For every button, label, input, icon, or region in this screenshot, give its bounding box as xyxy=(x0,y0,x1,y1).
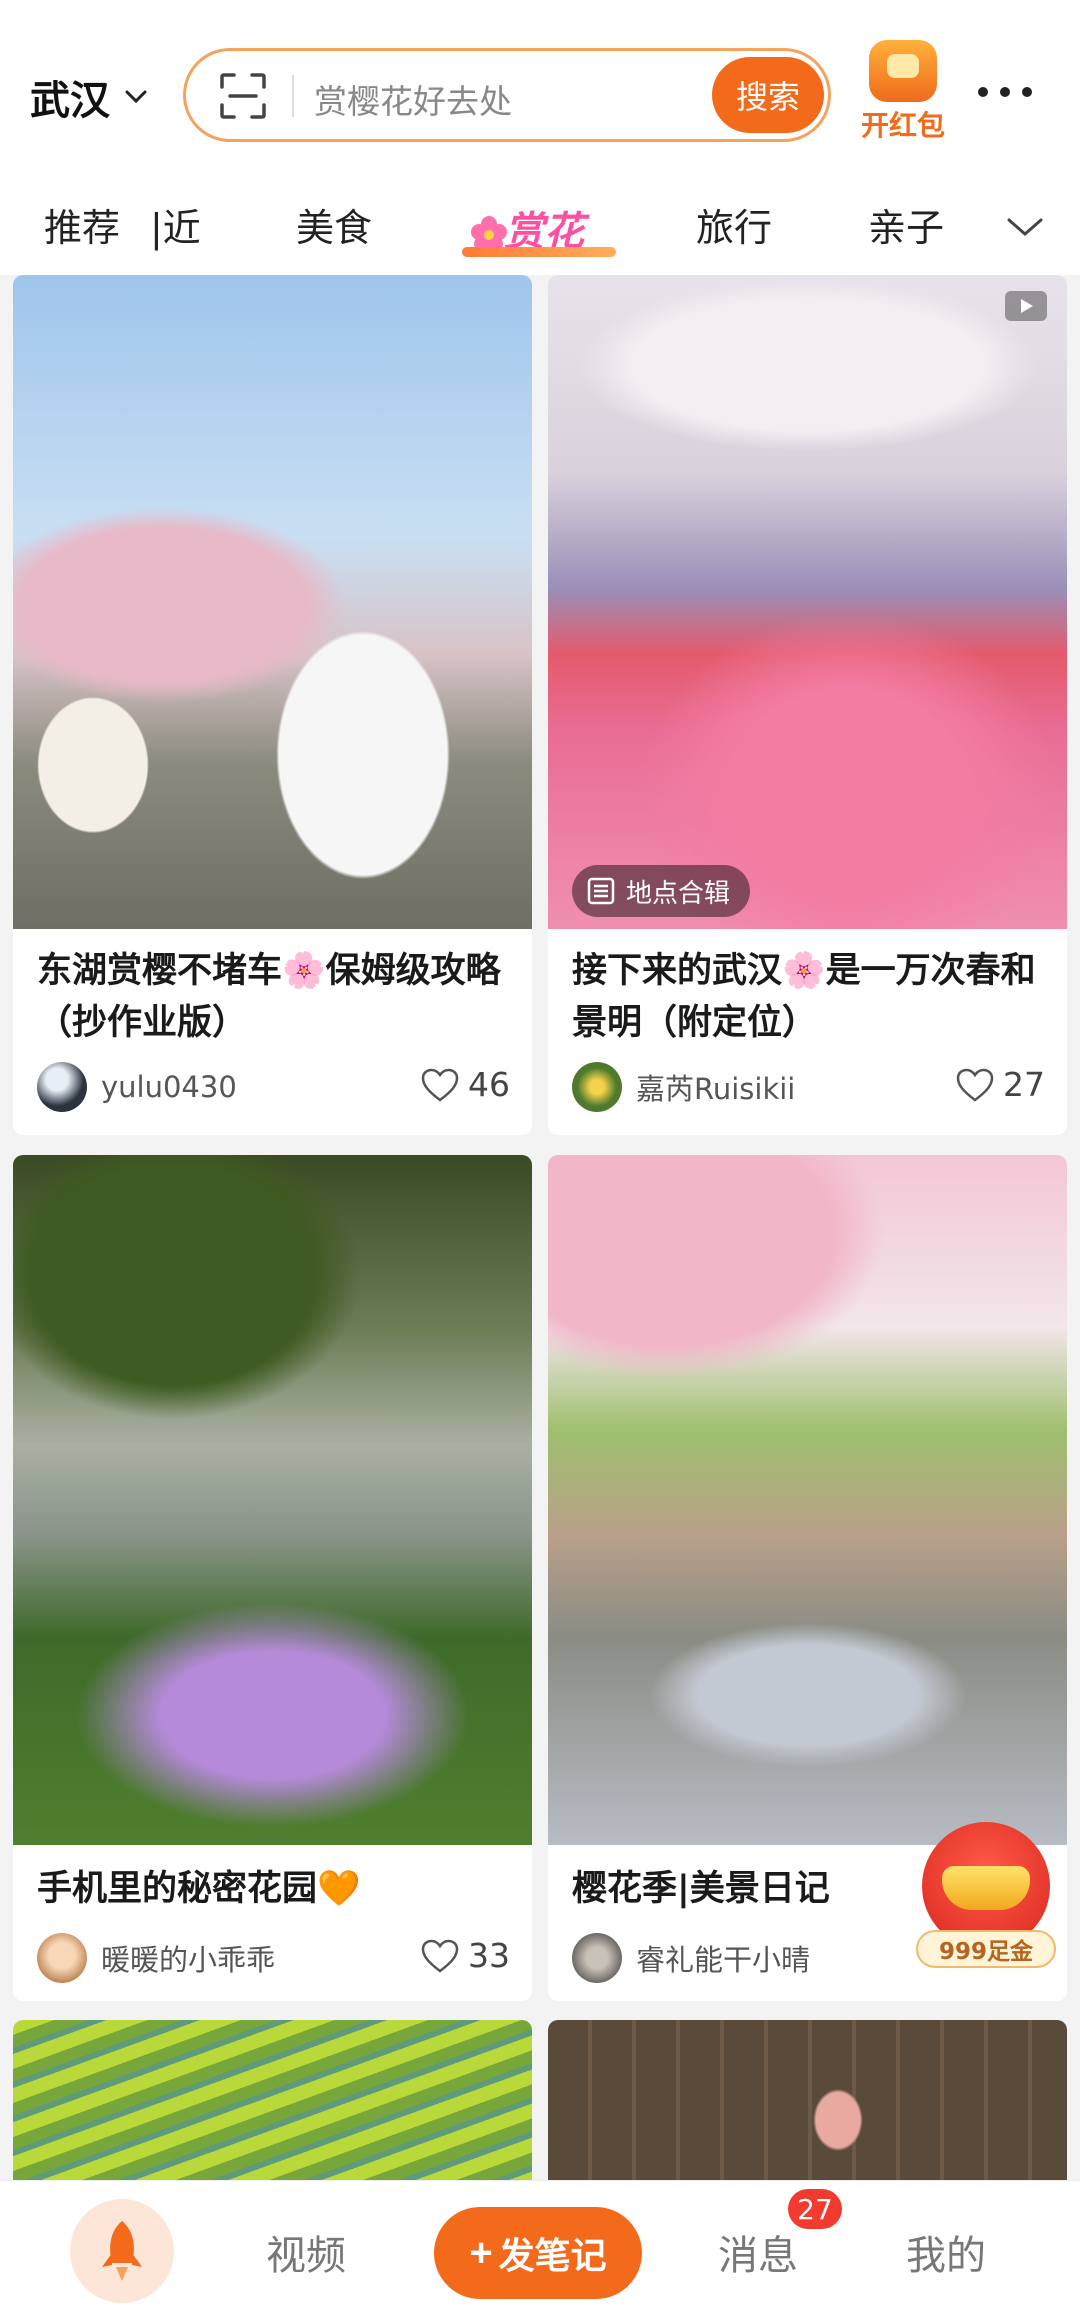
tab-flowers[interactable]: 赏花 xyxy=(460,193,618,257)
feed-card[interactable] xyxy=(548,2020,1067,2180)
card-author[interactable]: 暖暖的小乖乖 xyxy=(37,1933,275,1983)
red-packet-label: 开红包 xyxy=(861,109,946,142)
more-icon[interactable] xyxy=(975,80,1035,104)
like-count: 46 xyxy=(468,1065,510,1104)
list-icon xyxy=(587,877,615,905)
heart-icon xyxy=(421,1939,459,1973)
card-author[interactable]: 睿礼能干小晴 xyxy=(572,1933,810,1983)
category-tabs: 推荐 |近 美食 赏花 旅行 亲子 xyxy=(0,175,1080,275)
feed-card[interactable]: 东湖赏樱不堵车🌸保姆级攻略（抄作业版） yulu0430 46 xyxy=(13,275,532,1135)
card-cover-image[interactable] xyxy=(13,2020,532,2180)
video-play-icon xyxy=(1005,291,1047,321)
plus-icon: + xyxy=(469,2230,493,2275)
author-name: 睿礼能干小晴 xyxy=(636,1943,811,1977)
location-collection-badge: 地点合辑 xyxy=(572,865,751,917)
home-button[interactable] xyxy=(70,2199,174,2303)
post-note-button[interactable]: + 发笔记 xyxy=(434,2207,642,2299)
card-title: 东湖赏樱不堵车🌸保姆级攻略（抄作业版） xyxy=(37,951,501,1043)
like-count: 27 xyxy=(1003,1065,1045,1104)
search-button[interactable]: 搜索 xyxy=(712,57,824,133)
search-input[interactable]: 赏樱花好去处 xyxy=(314,75,512,123)
feed-card[interactable] xyxy=(13,2020,532,2180)
card-cover-image[interactable] xyxy=(548,275,1067,929)
rocket-icon xyxy=(102,2221,142,2281)
tab-recommend[interactable]: 推荐 xyxy=(44,197,120,252)
card-title: 接下来的武汉🌸是一万次春和景明（附定位） xyxy=(572,951,1036,1043)
avatar xyxy=(572,1933,622,1983)
like-button[interactable]: 33 xyxy=(420,1936,510,1975)
card-cover-image[interactable] xyxy=(13,275,532,929)
search-divider xyxy=(292,75,294,117)
tab-family[interactable]: 亲子 xyxy=(868,197,944,252)
scan-icon[interactable] xyxy=(220,73,266,119)
like-button[interactable]: 27 xyxy=(955,1065,1045,1104)
card-cover-image[interactable] xyxy=(548,2020,1067,2180)
post-note-label: 发笔记 xyxy=(498,2235,607,2276)
search-bar[interactable]: 赏樱花好去处 搜索 xyxy=(183,48,831,142)
messages-count-badge: 27 xyxy=(788,2189,842,2229)
avatar xyxy=(37,1062,87,1112)
nav-messages[interactable]: 消息 xyxy=(718,2223,798,2281)
city-selector[interactable]: 武汉 xyxy=(30,68,148,126)
chevron-down-icon[interactable] xyxy=(1005,215,1045,239)
author-name: 暖暖的小乖乖 xyxy=(101,1943,276,1977)
bottom-nav: 视频 + 发笔记 消息 27 我的 xyxy=(0,2180,1080,2316)
card-author[interactable]: 嘉芮Ruisikii xyxy=(572,1062,795,1112)
feed-card[interactable]: 手机里的秘密花园🧡 暖暖的小乖乖 33 xyxy=(13,1155,532,2001)
card-author[interactable]: yulu0430 xyxy=(37,1062,237,1112)
nav-video[interactable]: 视频 xyxy=(266,2223,346,2281)
like-button[interactable]: 46 xyxy=(420,1065,510,1104)
chevron-down-icon xyxy=(125,90,147,104)
card-cover-image[interactable] xyxy=(13,1155,532,1845)
avatar xyxy=(572,1062,622,1112)
heart-icon xyxy=(421,1068,459,1102)
heart-icon xyxy=(956,1068,994,1102)
gold-promo-float[interactable]: 999足金 xyxy=(916,1822,1056,1970)
red-packet-button[interactable]: 开红包 xyxy=(855,40,951,144)
city-name: 武汉 xyxy=(30,78,110,124)
gold-ingot-icon xyxy=(942,1866,1030,1910)
tab-travel[interactable]: 旅行 xyxy=(696,197,772,252)
tab-food[interactable]: 美食 xyxy=(296,197,372,252)
gold-promo-label: 999足金 xyxy=(916,1930,1056,1968)
nav-me[interactable]: 我的 xyxy=(906,2223,986,2281)
tab-nearby[interactable]: |近 xyxy=(150,197,201,252)
red-packet-icon xyxy=(869,40,937,102)
card-cover-image[interactable] xyxy=(548,1155,1067,1845)
like-count: 33 xyxy=(468,1936,510,1975)
author-name: 嘉芮Ruisikii xyxy=(636,1072,796,1106)
author-name: yulu0430 xyxy=(101,1070,237,1104)
top-bar: 武汉 赏樱花好去处 搜索 开红包 xyxy=(0,0,1080,175)
badge-label: 地点合辑 xyxy=(626,878,731,909)
tab-active-indicator xyxy=(462,247,616,257)
avatar xyxy=(37,1933,87,1983)
feed-card[interactable]: 地点合辑 接下来的武汉🌸是一万次春和景明（附定位） 嘉芮Ruisikii 27 xyxy=(548,275,1067,1135)
card-title: 手机里的秘密花园🧡 xyxy=(37,1869,361,1909)
app-root: 武汉 赏樱花好去处 搜索 开红包 推荐 |近 美食 赏花 旅行 亲子 东湖赏樱不… xyxy=(0,0,1080,2316)
